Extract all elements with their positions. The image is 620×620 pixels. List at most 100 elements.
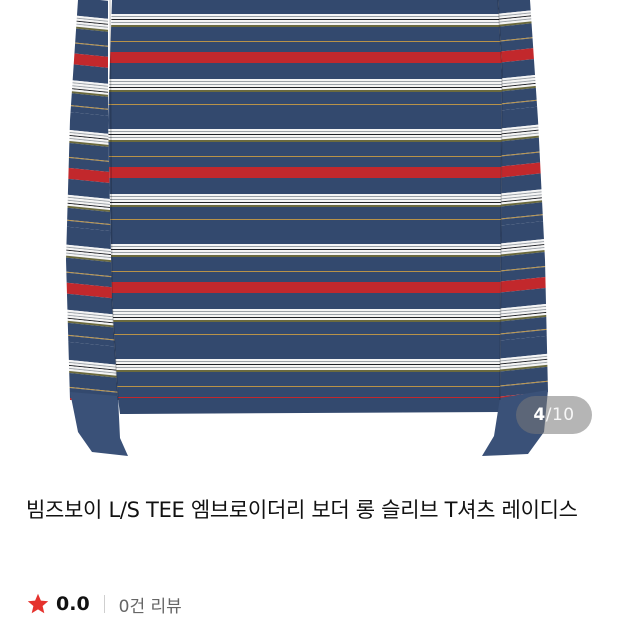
- image-counter-total: 10: [551, 405, 575, 425]
- shirt-stripe: [108, 202, 502, 203]
- shirt-stripe: [100, 424, 510, 426]
- shirt-stripe: [108, 309, 502, 311]
- shirt-stripe: [108, 368, 502, 370]
- shirt-stripe: [108, 85, 502, 87]
- shirt-stripe: [108, 178, 502, 194]
- shirt-stripe: [108, 370, 502, 372]
- shirt-stripe: [108, 372, 502, 386]
- shirt-stripe: [100, 437, 510, 449]
- shirt-stripe: [108, 252, 502, 253]
- shirt-stripe: [108, 318, 502, 320]
- shirt-stripe: [108, 359, 502, 361]
- shirt-stripe: [108, 387, 502, 397]
- shirt-stripe: [108, 111, 502, 129]
- shirt-stripe: [108, 317, 502, 318]
- product-title: 빔즈보이 L/S TEE 엠브로이더리 보더 롱 슬리브 T셔츠 레이디스: [26, 498, 578, 522]
- shirt-stripe: [108, 386, 502, 387]
- shirt-stripe: [108, 219, 502, 220]
- shirt-stripe: [108, 271, 502, 272]
- star-icon: [27, 593, 49, 614]
- shirt-stripe: [108, 17, 502, 19]
- shirt-stripe: [108, 255, 502, 257]
- shirt-stripe: [108, 42, 502, 52]
- shirt-stripe: [108, 138, 502, 140]
- shirt-stripe: [108, 244, 502, 246]
- shirt-stripe: [108, 199, 502, 200]
- shirt-stripe: [108, 362, 502, 364]
- shirt-stripe: [108, 364, 502, 365]
- shirt-stripe: [108, 367, 502, 368]
- shirt-stripe: [108, 0, 502, 14]
- shirt-stripe: [108, 257, 502, 271]
- shirt-stripe: [108, 79, 502, 81]
- shirt-stripe: [108, 135, 502, 137]
- shirt-stripe: [108, 293, 502, 309]
- shirt-stripe: [108, 23, 502, 25]
- shirt-stripe: [108, 137, 502, 138]
- shirt-stripe: [108, 334, 502, 335]
- shirt-stripe: [108, 322, 502, 334]
- shirt-stripe: [100, 429, 510, 430]
- shirt-stripe: [100, 432, 510, 433]
- shirt-stripe: [108, 41, 502, 42]
- image-counter-badge: 4/10: [516, 396, 592, 434]
- image-counter-current: 4: [533, 405, 546, 425]
- shirt-stripe: [108, 197, 502, 199]
- rating-row[interactable]: 0.0 0건 리뷰: [26, 588, 182, 620]
- shirt-stripe: [108, 14, 502, 16]
- shirt-stripe: [108, 84, 502, 85]
- shirt-stripe: [108, 312, 502, 314]
- shirt-stripe: [108, 194, 502, 196]
- shirt-stripe: [108, 90, 502, 92]
- shirt-stripe: [108, 105, 502, 111]
- shirt-stripe: [108, 167, 502, 178]
- shirt-stripe: [108, 129, 502, 131]
- shirt-stripe: [108, 27, 502, 41]
- shirt-stripe: [100, 427, 510, 429]
- shirt-stripe: [108, 226, 502, 244]
- shirt-stripe: [108, 134, 502, 135]
- shirt-stripe: [108, 52, 502, 63]
- shirt-stripe: [108, 88, 502, 90]
- shirt-stripe: [108, 131, 502, 132]
- shirt-stripe: [108, 63, 502, 79]
- shirt-stripe: [100, 430, 510, 432]
- shirt-stripe: [108, 25, 502, 27]
- shirt-stripe: [108, 81, 502, 82]
- shirt-stripe: [108, 16, 502, 17]
- rating-score: 0.0: [56, 593, 90, 615]
- shirt-stripe: [108, 335, 502, 341]
- shirt-stripe: [108, 314, 502, 315]
- shirt-stripe: [108, 315, 502, 317]
- shirt-stripe: [108, 92, 502, 104]
- shirt-stripe: [108, 200, 502, 202]
- shirt-stripe: [108, 203, 502, 205]
- shirt-stripe: [100, 449, 510, 450]
- shirt-stripe: [100, 450, 510, 456]
- shirt-stripe: [108, 247, 502, 249]
- review-count-link[interactable]: 0건 리뷰: [119, 592, 182, 617]
- shirt-stripe: [108, 20, 502, 22]
- shirt-stripe: [108, 132, 502, 134]
- shirt-stripe: [108, 311, 502, 312]
- shirt-stripe: [108, 140, 502, 142]
- shirt-stripe: [108, 87, 502, 88]
- shirt-stripe: [108, 207, 502, 219]
- shirt-stripe: [108, 272, 502, 282]
- rating-divider: [103, 595, 105, 613]
- shirt-stripe: [108, 104, 502, 105]
- shirt-stripe: [108, 341, 502, 359]
- shirt-stripe: [100, 435, 510, 437]
- shirt-stripe: [100, 426, 510, 427]
- shirt-stripe: [108, 250, 502, 252]
- shirt-stripe: [100, 433, 510, 435]
- shirt-hem: [118, 398, 500, 414]
- shirt-stripe: [108, 156, 502, 157]
- shirt-stripe: [108, 22, 502, 23]
- shirt-stripe: [108, 320, 502, 322]
- shirt-stripe: [108, 157, 502, 167]
- shirt-stripe: [108, 282, 502, 293]
- product-image-gallery[interactable]: 4/10: [0, 0, 620, 470]
- shirt-stripe: [108, 365, 502, 367]
- shirt-stripe: [108, 361, 502, 362]
